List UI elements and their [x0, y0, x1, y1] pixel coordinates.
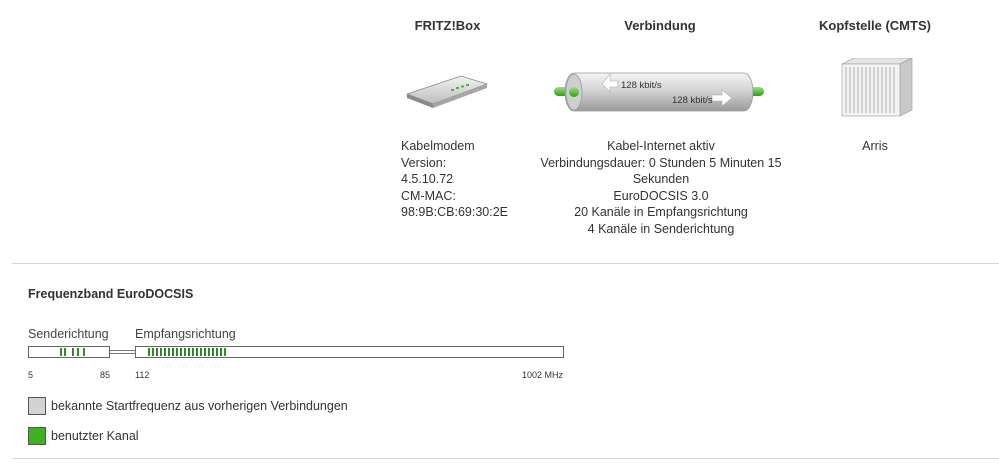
connection-line: Sekunden	[632, 172, 690, 187]
connection-line: EuroDOCSIS 3.0	[613, 188, 709, 203]
channel-marker	[180, 348, 182, 356]
fritzbox-line: 98:9B:CB:69:30:2E	[401, 205, 509, 220]
channel-marker	[160, 348, 162, 356]
channel-marker	[152, 348, 154, 356]
upstream-label: Senderichtung	[28, 327, 109, 341]
connection-title: Verbindung	[624, 18, 696, 33]
channel-marker	[204, 348, 206, 356]
legend-swatch-known	[28, 397, 46, 415]
rate-up-label: 128 kbit/s	[621, 80, 662, 91]
upstream-band	[28, 346, 110, 358]
connection-pipe	[554, 72, 764, 112]
legend-label-used: benutzter Kanal	[51, 429, 139, 443]
router-icon	[405, 75, 489, 108]
legend-swatch-used	[28, 427, 46, 445]
fritzbox-line: CM-MAC:	[401, 188, 456, 203]
channel-marker	[172, 348, 174, 356]
channel-marker	[224, 348, 226, 356]
channel-marker	[200, 348, 202, 356]
channel-marker	[176, 348, 178, 356]
tick-label: 112	[135, 370, 150, 380]
channel-marker	[196, 348, 198, 356]
downstream-band	[135, 346, 564, 358]
cmts-line: Arris	[862, 139, 888, 153]
tick-label: 85	[100, 370, 111, 380]
channel-marker	[184, 348, 186, 356]
channel-marker	[77, 348, 79, 356]
channel-marker	[168, 348, 170, 356]
cmts-title: Kopfstelle (CMTS)	[819, 18, 931, 33]
channel-marker	[83, 348, 85, 356]
connection-line: 4 Kanäle in Senderichtung	[587, 221, 735, 236]
tick-label: 1002 MHz	[522, 370, 564, 380]
fritzbox-line: Version:	[401, 155, 447, 170]
cmts-info: Arris	[815, 138, 935, 155]
channel-marker	[208, 348, 210, 356]
connection-line: Verbindungsdauer: 0 Stunden 5 Minuten 15	[540, 155, 782, 170]
channel-marker	[192, 348, 194, 356]
connection-line: 20 Kanäle in Empfangsrichtung	[574, 205, 748, 220]
connection-line: Kabel-Internet aktiv	[607, 139, 715, 153]
rate-down-label: 128 kbit/s	[672, 95, 713, 106]
fritzbox-title: FRITZ!Box	[414, 18, 481, 33]
channel-marker	[60, 348, 62, 356]
channel-marker	[148, 348, 150, 356]
fritzbox-line: Kabelmodem	[401, 139, 475, 153]
channel-marker	[212, 348, 214, 356]
tick-label: 5	[28, 370, 34, 380]
legend-label-known: bekannte Startfrequenz aus vorherigen Ve…	[51, 399, 348, 413]
divider-bottom	[12, 458, 999, 459]
channel-marker	[64, 348, 66, 356]
fritzbox-info: Kabelmodem Version: 4.5.10.72 CM-MAC: 98…	[401, 138, 521, 221]
cmts-rack-icon	[841, 58, 913, 117]
fritzbox-line: 4.5.10.72	[401, 172, 454, 187]
channel-marker	[216, 348, 218, 356]
frequency-title: Frequenzband EuroDOCSIS	[28, 287, 194, 301]
channel-marker	[156, 348, 158, 356]
channel-marker	[220, 348, 222, 356]
downstream-label: Empfangsrichtung	[135, 327, 236, 341]
connection-info: Kabel-Internet aktiv Verbindungsdauer: 0…	[530, 138, 792, 238]
channel-marker	[72, 348, 74, 356]
band-gap	[110, 350, 135, 354]
divider-top	[12, 263, 999, 264]
channel-marker	[188, 348, 190, 356]
channel-marker	[164, 348, 166, 356]
